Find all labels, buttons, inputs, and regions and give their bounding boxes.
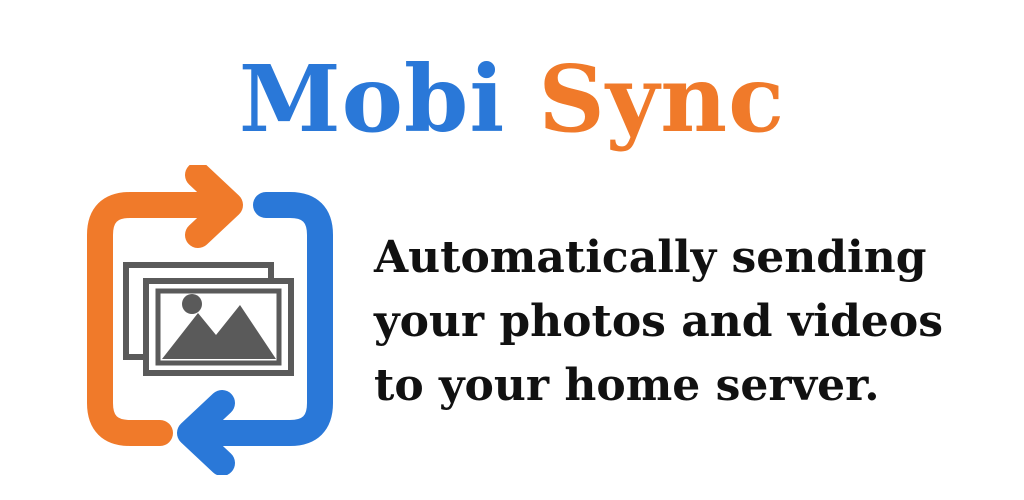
tagline-line-3: to your home server.	[374, 360, 880, 411]
app-title-word-mobi: Mobi	[238, 45, 506, 153]
tagline: Automatically sending your photos and vi…	[374, 226, 1014, 418]
tagline-line-1: Automatically sending	[374, 232, 927, 283]
sync-photos-icon	[87, 165, 333, 475]
app-title: Mobi Sync	[0, 44, 1024, 154]
tagline-line-2: your photos and videos	[374, 296, 944, 347]
app-title-word-sync: Sync	[538, 45, 786, 153]
